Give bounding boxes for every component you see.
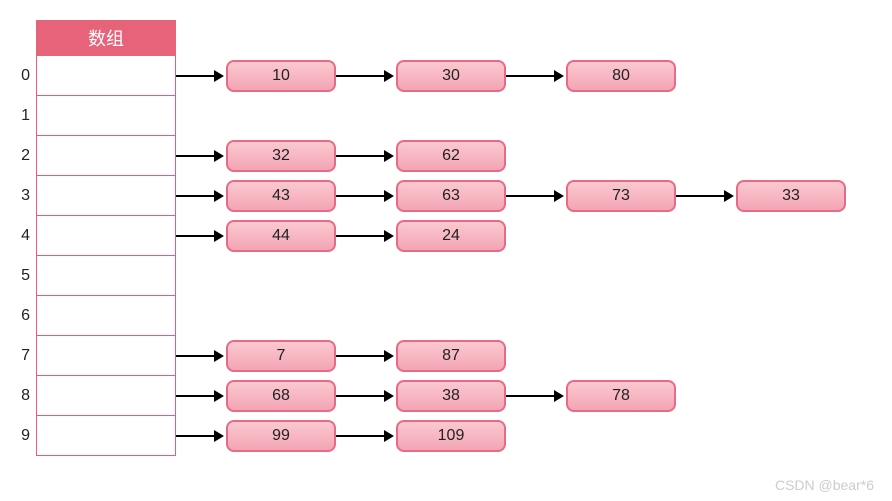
- chain-row: 44 24: [176, 216, 846, 256]
- chain-node: 68: [226, 380, 336, 412]
- chain-node: 44: [226, 220, 336, 252]
- index-label: 5: [10, 256, 30, 296]
- chain-row: [176, 296, 846, 336]
- array-header: 数组: [36, 20, 176, 56]
- array-cell: [36, 96, 176, 136]
- index-label: 0: [10, 56, 30, 96]
- chain-node: 10: [226, 60, 336, 92]
- index-label: 9: [10, 416, 30, 456]
- arrow-icon: [176, 340, 226, 372]
- array-cell: [36, 216, 176, 256]
- arrow-icon: [336, 60, 396, 92]
- chain-row: 7 87: [176, 336, 846, 376]
- arrow-icon: [336, 180, 396, 212]
- chain-row: 32 62: [176, 136, 846, 176]
- chain-node: 78: [566, 380, 676, 412]
- arrow-icon: [336, 220, 396, 252]
- index-label: 2: [10, 136, 30, 176]
- arrow-icon: [336, 420, 396, 452]
- arrow-icon: [506, 380, 566, 412]
- chain-node: 38: [396, 380, 506, 412]
- arrow-icon: [176, 420, 226, 452]
- arrow-icon: [336, 340, 396, 372]
- array-cell: [36, 296, 176, 336]
- chain-node: 24: [396, 220, 506, 252]
- chain-node: 73: [566, 180, 676, 212]
- array-cell: [36, 176, 176, 216]
- chain-node: 63: [396, 180, 506, 212]
- index-label: 3: [10, 176, 30, 216]
- array-cell: [36, 336, 176, 376]
- chain-row: 43 63 73 33: [176, 176, 846, 216]
- arrow-icon: [176, 380, 226, 412]
- arrow-icon: [506, 60, 566, 92]
- chain-row: 68 38 78: [176, 376, 846, 416]
- array-cell: [36, 256, 176, 296]
- chain-row: 10 30 80: [176, 56, 846, 96]
- chain-row: 99 109: [176, 416, 846, 456]
- chain-node: 33: [736, 180, 846, 212]
- arrow-icon: [506, 180, 566, 212]
- arrow-icon: [176, 60, 226, 92]
- index-label: 4: [10, 216, 30, 256]
- chain-node: 7: [226, 340, 336, 372]
- watermark: CSDN @bear*6: [775, 477, 874, 493]
- chain-node: 109: [396, 420, 506, 452]
- index-label: 1: [10, 96, 30, 136]
- arrow-icon: [336, 140, 396, 172]
- arrow-icon: [176, 140, 226, 172]
- chain-node: 80: [566, 60, 676, 92]
- index-label: 8: [10, 376, 30, 416]
- chain-node: 87: [396, 340, 506, 372]
- arrow-icon: [676, 180, 736, 212]
- index-column: 0123456789: [10, 20, 30, 456]
- array-cell: [36, 376, 176, 416]
- chains-area: 10 30 80 32 62 43 63 73 33 44 24 7 87 68 38 78 99 109: [176, 20, 846, 456]
- hash-table-diagram: 0123456789 数组 10308032624363733344247876…: [10, 20, 872, 456]
- arrow-icon: [336, 380, 396, 412]
- arrow-icon: [176, 180, 226, 212]
- chain-node: 30: [396, 60, 506, 92]
- chain-node: 62: [396, 140, 506, 172]
- chain-row: [176, 96, 846, 136]
- chain-node: 32: [226, 140, 336, 172]
- chain-node: 43: [226, 180, 336, 212]
- index-label: 6: [10, 296, 30, 336]
- index-label: 7: [10, 336, 30, 376]
- array-cell: [36, 56, 176, 96]
- chain-row: [176, 256, 846, 296]
- chain-node: 99: [226, 420, 336, 452]
- arrow-icon: [176, 220, 226, 252]
- array-cell: [36, 136, 176, 176]
- array-column: 数组: [36, 20, 176, 456]
- array-cell: [36, 416, 176, 456]
